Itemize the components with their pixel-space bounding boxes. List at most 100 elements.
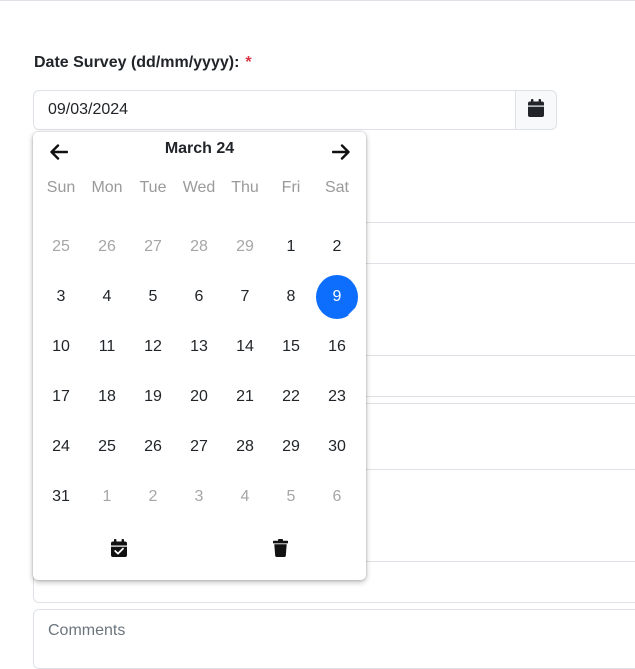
datepicker-popup: March 24 Sun Mon Tue Wed Thu Fri Sat 25 2…: [33, 132, 366, 580]
calendar-day-number: 17: [52, 388, 70, 405]
calendar-day-number: 11: [98, 338, 116, 355]
calendar-day-outside-month[interactable]: 25: [38, 222, 84, 272]
calendar-day[interactable]: 22: [268, 372, 314, 422]
background-field-edge: [366, 355, 635, 356]
calendar-day-number: 18: [98, 388, 116, 405]
calendar-day-number: 14: [236, 338, 254, 355]
calendar-day-outside-month[interactable]: 29: [222, 222, 268, 272]
calendar-day-number: 26: [144, 438, 162, 455]
calendar-day-outside-month[interactable]: 26: [84, 222, 130, 272]
calendar-day-number: 15: [282, 338, 300, 355]
calendar-day-outside-month[interactable]: 28: [176, 222, 222, 272]
date-survey-input[interactable]: [33, 90, 515, 130]
calendar-day[interactable]: 16: [314, 322, 360, 372]
calendar-day-number: 4: [240, 488, 250, 505]
day-grid: 25 26 27 28 29 1 2 3 4 5 6 7 8 9 10 11 12 13 14 15 16 17 18 19 2…: [38, 222, 360, 522]
calendar-day[interactable]: 19: [130, 372, 176, 422]
month-title[interactable]: March 24: [93, 140, 306, 158]
calendar-day-outside-month[interactable]: 2: [130, 472, 176, 522]
weekday-label: Thu: [231, 179, 259, 196]
calendar-day-number: 4: [102, 288, 112, 305]
calendar-day-number: 6: [332, 488, 342, 505]
calendar-day-outside-month[interactable]: 27: [130, 222, 176, 272]
calendar-day-number: 3: [56, 288, 66, 305]
calendar-week-row: 25 26 27 28 29 1 2: [38, 222, 360, 272]
comments-textarea[interactable]: Comments: [33, 609, 635, 669]
calendar-day-selected[interactable]: 9: [314, 272, 360, 322]
calendar-day-number: 12: [144, 338, 162, 355]
calendar-day[interactable]: 30: [314, 422, 360, 472]
calendar-check-icon: [111, 538, 127, 562]
calendar-day-outside-month[interactable]: 6: [314, 472, 360, 522]
calendar-day[interactable]: 23: [314, 372, 360, 422]
calendar-day[interactable]: 7: [222, 272, 268, 322]
calendar-day[interactable]: 31: [38, 472, 84, 522]
calendar-day[interactable]: 25: [84, 422, 130, 472]
calendar-week-row: 31 1 2 3 4 5 6: [38, 472, 360, 522]
select-today-button[interactable]: [107, 538, 131, 562]
calendar-day-number: 27: [144, 238, 162, 255]
calendar-icon: [528, 98, 544, 122]
calendar-day-number: 1: [102, 488, 112, 505]
calendar-toggle-button[interactable]: [515, 90, 557, 130]
calendar-day[interactable]: 11: [84, 322, 130, 372]
calendar-day[interactable]: 18: [84, 372, 130, 422]
background-field-edge: [366, 469, 635, 470]
calendar-day-number: 28: [190, 238, 208, 255]
clear-date-button[interactable]: [268, 538, 292, 562]
date-survey-label: Date Survey (dd/mm/yyyy): *: [34, 54, 252, 72]
trash-icon: [272, 538, 288, 562]
calendar-day-number: 6: [194, 288, 204, 305]
arrow-right-icon: [331, 143, 350, 165]
calendar-day[interactable]: 2: [314, 222, 360, 272]
calendar-day[interactable]: 26: [130, 422, 176, 472]
calendar-day-number: 29: [282, 438, 300, 455]
calendar-day-outside-month[interactable]: 1: [84, 472, 130, 522]
calendar-day[interactable]: 1: [268, 222, 314, 272]
calendar-day[interactable]: 6: [176, 272, 222, 322]
calendar-day-number: 3: [194, 488, 204, 505]
calendar-day[interactable]: 3: [38, 272, 84, 322]
calendar-day-number: 25: [52, 238, 70, 255]
date-survey-label-text: Date Survey (dd/mm/yyyy):: [34, 54, 240, 71]
calendar-day[interactable]: 8: [268, 272, 314, 322]
previous-month-button[interactable]: [43, 138, 75, 170]
required-asterisk: *: [245, 54, 252, 71]
calendar-day[interactable]: 17: [38, 372, 84, 422]
calendar-day[interactable]: 21: [222, 372, 268, 422]
calendar-day-number: 1: [286, 238, 296, 255]
calendar-day[interactable]: 28: [222, 422, 268, 472]
calendar-day[interactable]: 5: [130, 272, 176, 322]
calendar-day[interactable]: 15: [268, 322, 314, 372]
calendar-day-number: 8: [286, 288, 296, 305]
calendar-day-outside-month[interactable]: 4: [222, 472, 268, 522]
calendar-day-number: 7: [240, 288, 250, 305]
calendar-day[interactable]: 4: [84, 272, 130, 322]
calendar-day[interactable]: 27: [176, 422, 222, 472]
calendar-day[interactable]: 14: [222, 322, 268, 372]
calendar-day-number: 5: [286, 488, 296, 505]
calendar-day-number: 22: [282, 388, 300, 405]
calendar-day[interactable]: 12: [130, 322, 176, 372]
calendar-day-number: 21: [236, 388, 254, 405]
calendar-week-row: 24 25 26 27 28 29 30: [38, 422, 360, 472]
next-month-button[interactable]: [325, 138, 357, 170]
calendar-day[interactable]: 29: [268, 422, 314, 472]
calendar-day-number: 19: [144, 388, 162, 405]
calendar-day[interactable]: 13: [176, 322, 222, 372]
calendar-day-number: 2: [332, 238, 342, 255]
weekday-label: Tue: [139, 179, 167, 196]
calendar-day-number: 10: [52, 338, 70, 355]
weekday-label: Fri: [281, 179, 301, 196]
weekday-label: Sun: [46, 179, 76, 196]
calendar-day[interactable]: 10: [38, 322, 84, 372]
calendar-day-outside-month[interactable]: 5: [268, 472, 314, 522]
calendar-day[interactable]: 24: [38, 422, 84, 472]
calendar-day-outside-month[interactable]: 3: [176, 472, 222, 522]
weekday-label: Sat: [324, 179, 349, 196]
weekday-header: Sun Mon Tue Wed Thu Fri Sat: [38, 177, 360, 199]
calendar-day[interactable]: 20: [176, 372, 222, 422]
calendar-day-number: 29: [236, 238, 254, 255]
calendar-day-number: 13: [190, 338, 208, 355]
calendar-day-number: 20: [190, 388, 208, 405]
